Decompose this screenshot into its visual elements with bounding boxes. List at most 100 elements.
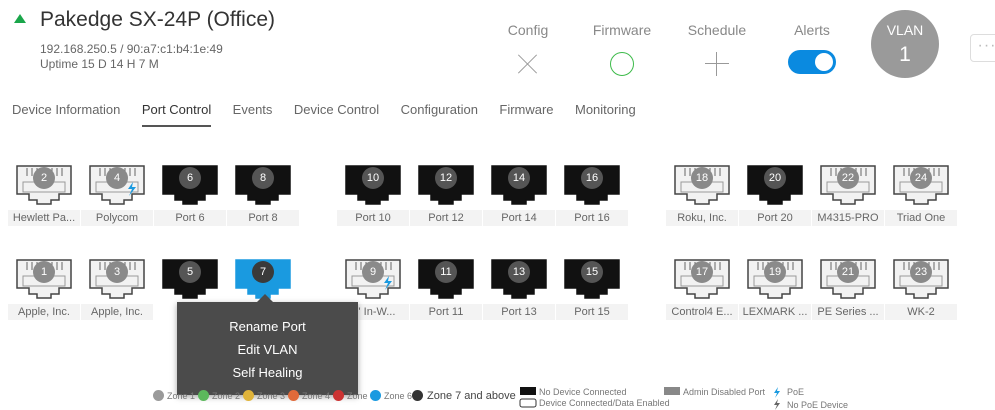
zone-1-dot <box>153 390 164 401</box>
port-3[interactable]: 3 Apple, Inc. <box>81 252 153 322</box>
port-12[interactable]: 12 Port 12 <box>410 158 482 228</box>
port-number-badge: 1 <box>33 261 55 283</box>
port-22[interactable]: 22 M4315-PRO <box>812 158 884 228</box>
tab-device-control[interactable]: Device Control <box>294 102 379 125</box>
zone-4-dot <box>288 390 299 401</box>
zone-4-label: Zone 4 <box>302 391 331 401</box>
port-4[interactable]: 4 Polycom <box>81 158 153 228</box>
device-uptime: Uptime 15 D 14 H 7 M <box>40 57 159 71</box>
zone-1-label: Zone 1 <box>167 391 196 401</box>
port-label: Port 12 <box>410 210 482 226</box>
port-20[interactable]: 20 Port 20 <box>739 158 811 228</box>
port-number-badge: 22 <box>837 167 859 189</box>
device-details: 192.168.250.5 / 90:a7:c1:b4:1e:49 Uptime… <box>40 42 223 72</box>
more-options-button[interactable]: ··· <box>970 34 995 62</box>
port-number-badge: 17 <box>691 261 713 283</box>
close-icon[interactable] <box>516 52 540 76</box>
port-label: Port 20 <box>739 210 811 226</box>
tab-events[interactable]: Events <box>233 102 273 125</box>
port-6[interactable]: 6 Port 6 <box>154 158 226 228</box>
zone-6-label: Zone 6 <box>384 391 413 401</box>
admin-disabled-label: Admin Disabled Port <box>683 387 766 397</box>
rename-port-menu-item[interactable]: Rename Port <box>177 315 358 338</box>
port-17[interactable]: 17 Control4 E... <box>666 252 738 322</box>
port-label: Port 11 <box>410 304 482 320</box>
self-healing-menu-item[interactable]: Self Healing <box>177 361 358 384</box>
zone-7-dot <box>412 390 423 401</box>
tab-monitoring[interactable]: Monitoring <box>575 102 636 125</box>
vlan-badge[interactable]: VLAN 1 <box>871 10 939 78</box>
zone-3-label: Zone 3 <box>257 391 286 401</box>
port-label: Port 10 <box>337 210 409 226</box>
port-number-badge: 24 <box>910 167 932 189</box>
port-label: Port 14 <box>483 210 555 226</box>
port-15[interactable]: 15 Port 15 <box>556 252 628 322</box>
zone-6-dot <box>370 390 381 401</box>
poe-label: PoE <box>787 387 805 397</box>
port-number-badge: 10 <box>362 167 384 189</box>
port-16[interactable]: 16 Port 16 <box>556 158 628 228</box>
port-number-badge: 19 <box>764 261 786 283</box>
poe-bolt-icon <box>774 387 780 410</box>
zone-3-dot <box>243 390 254 401</box>
zone-2-dot <box>198 390 209 401</box>
port-8[interactable]: 8 Port 8 <box>227 158 299 228</box>
zone-2-label: Zone 2 <box>212 391 241 401</box>
schedule-label: Schedule <box>687 22 747 38</box>
port-label: Port 6 <box>154 210 226 226</box>
port-number-badge: 18 <box>691 167 713 189</box>
port-number-badge: 9 <box>362 261 384 283</box>
port-2[interactable]: 2 Hewlett Pa... <box>8 158 80 228</box>
port-19[interactable]: 19 LEXMARK ... <box>739 252 811 322</box>
port-21[interactable]: 21 PE Series ... <box>812 252 884 322</box>
port-label: Control4 E... <box>666 304 738 320</box>
port-number-badge: 5 <box>179 261 201 283</box>
port-18[interactable]: 18 Roku, Inc. <box>666 158 738 228</box>
port-label: Triad One <box>885 210 957 226</box>
port-13[interactable]: 13 Port 13 <box>483 252 555 322</box>
port-label: Roku, Inc. <box>666 210 738 226</box>
firmware-label: Firmware <box>592 22 652 38</box>
no-poe-label: No PoE Device <box>787 400 849 410</box>
status-up-icon <box>14 14 26 23</box>
port-number-badge: 13 <box>508 261 530 283</box>
schedule-control[interactable]: Schedule <box>672 22 762 76</box>
alerts-toggle[interactable] <box>788 50 836 74</box>
port-label: Port 15 <box>556 304 628 320</box>
tab-device-information[interactable]: Device Information <box>12 102 120 125</box>
alerts-control[interactable]: Alerts <box>767 22 857 74</box>
poe-bolt-icon <box>128 182 136 196</box>
status-ok-circle-icon[interactable] <box>610 52 634 76</box>
port-23[interactable]: 23 WK-2 <box>885 252 957 322</box>
edit-vlan-menu-item[interactable]: Edit VLAN <box>177 338 358 361</box>
device-address: 192.168.250.5 / 90:a7:c1:b4:1e:49 <box>40 42 223 56</box>
port-number-badge: 20 <box>764 167 786 189</box>
plus-icon[interactable] <box>705 52 729 76</box>
firmware-control[interactable]: Firmware <box>577 22 667 76</box>
tab-firmware[interactable]: Firmware <box>499 102 553 125</box>
alerts-label: Alerts <box>794 22 830 38</box>
zone-7-label: Zone 7 and above <box>427 390 516 402</box>
port-number-badge: 15 <box>581 261 603 283</box>
zone-5-dot <box>333 390 344 401</box>
port-number-badge: 23 <box>910 261 932 283</box>
port-14[interactable]: 14 Port 14 <box>483 158 555 228</box>
port-11[interactable]: 11 Port 11 <box>410 252 482 322</box>
port-number-badge: 11 <box>435 261 457 283</box>
port-number-badge: 6 <box>179 167 201 189</box>
port-label: Apple, Inc. <box>8 304 80 320</box>
device-header: Pakedge SX-24P (Office) 192.168.250.5 / … <box>0 0 995 95</box>
port-10[interactable]: 10 Port 10 <box>337 158 409 228</box>
port-label: Apple, Inc. <box>81 304 153 320</box>
vlan-label: VLAN <box>886 22 924 38</box>
port-number-badge: 3 <box>106 261 128 283</box>
port-24[interactable]: 24 Triad One <box>885 158 957 228</box>
no-device-label: No Device Connected <box>539 387 627 397</box>
port-1[interactable]: 1 Apple, Inc. <box>8 252 80 322</box>
config-control[interactable]: Config <box>483 22 573 76</box>
port-label: WK-2 <box>885 304 957 320</box>
tab-port-control[interactable]: Port Control <box>141 102 212 127</box>
port-number-badge: 7 <box>252 261 274 283</box>
port-number-badge: 4 <box>106 167 128 189</box>
tab-configuration[interactable]: Configuration <box>401 102 478 125</box>
